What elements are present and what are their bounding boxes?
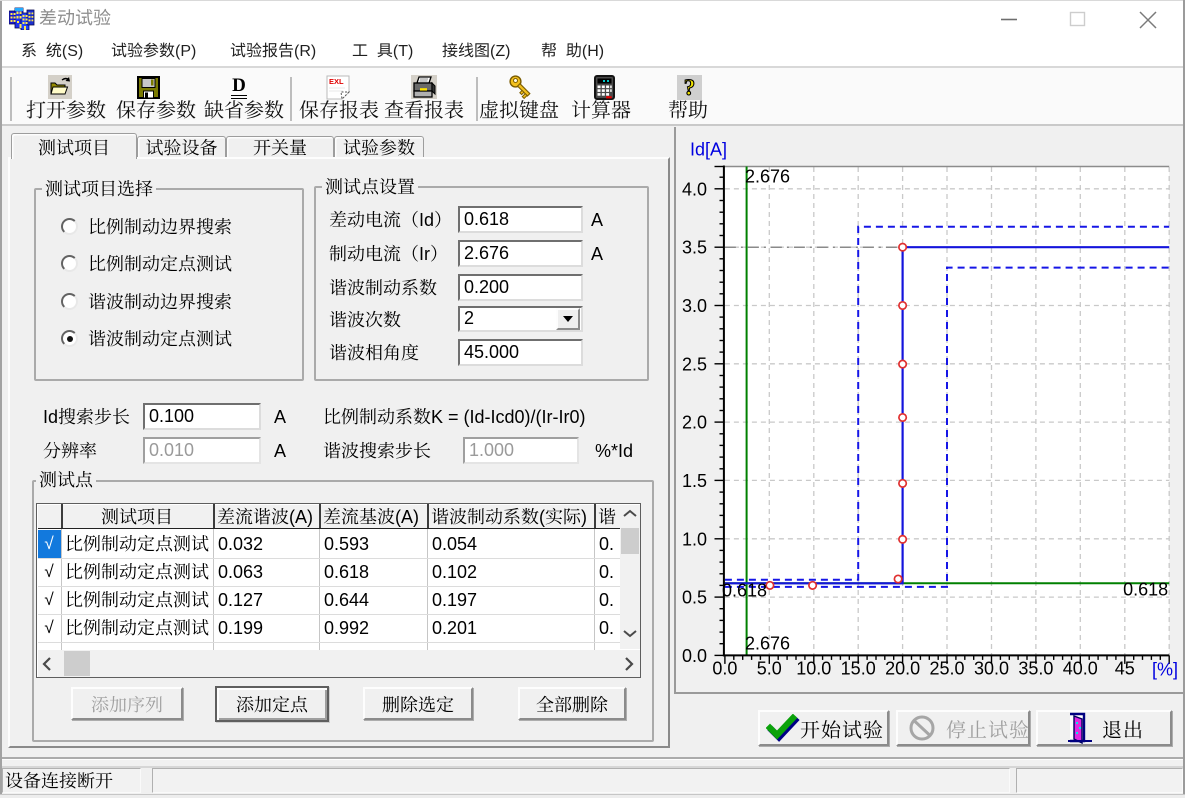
svg-text:3.5: 3.5: [682, 238, 707, 258]
svg-text:0.618: 0.618: [722, 581, 767, 601]
svg-text:0.0: 0.0: [682, 646, 707, 666]
svg-text:3.0: 3.0: [682, 296, 707, 316]
svg-text:4.0: 4.0: [682, 179, 707, 199]
svg-text:40.0: 40.0: [1063, 659, 1098, 679]
svg-text:25.0: 25.0: [929, 659, 964, 679]
svg-text:2.676: 2.676: [745, 167, 790, 187]
svg-text:0.0: 0.0: [712, 659, 737, 679]
svg-text:?: ?: [684, 75, 696, 100]
svg-text:0.5: 0.5: [682, 588, 707, 608]
svg-text:Id[A]: Id[A]: [690, 140, 727, 160]
svg-text:EXL: EXL: [329, 77, 344, 86]
svg-text:1.5: 1.5: [682, 471, 707, 491]
svg-text:45: 45: [1115, 659, 1135, 679]
svg-text:2.676: 2.676: [745, 634, 790, 654]
svg-text:1.0: 1.0: [682, 529, 707, 549]
svg-text:[%]: [%]: [1152, 660, 1178, 680]
svg-text:20.0: 20.0: [885, 659, 920, 679]
svg-text:30.0: 30.0: [974, 659, 1009, 679]
svg-text:10.0: 10.0: [796, 659, 831, 679]
svg-text:35.0: 35.0: [1018, 659, 1053, 679]
svg-text:0.618: 0.618: [1123, 580, 1168, 600]
svg-text:2.0: 2.0: [682, 413, 707, 433]
svg-text:2.5: 2.5: [682, 354, 707, 374]
svg-text:15.0: 15.0: [841, 659, 876, 679]
svg-text:5.0: 5.0: [757, 659, 782, 679]
